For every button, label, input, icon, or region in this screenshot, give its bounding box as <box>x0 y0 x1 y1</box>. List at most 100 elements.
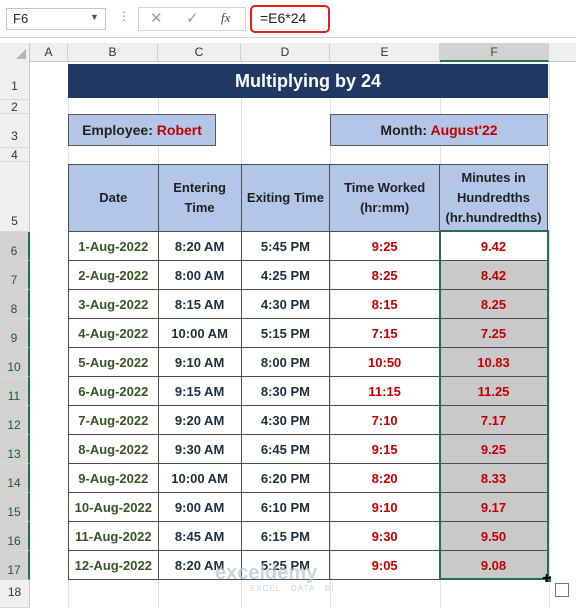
date-cell[interactable]: 2-Aug-2022 <box>68 260 159 290</box>
row-header-18[interactable]: 18 <box>0 580 30 608</box>
minutes-hundredths-cell[interactable]: 9.17 <box>439 492 548 522</box>
column-header-e[interactable]: E <box>330 43 440 62</box>
entering-time-cell[interactable]: 9:15 AM <box>157 376 242 406</box>
entering-time-cell[interactable]: 8:00 AM <box>157 260 242 290</box>
row-header-9[interactable]: 9 <box>0 319 30 348</box>
row-header-15[interactable]: 15 <box>0 493 30 522</box>
time-worked-cell[interactable]: 8:15 <box>329 289 441 319</box>
date-cell[interactable]: 11-Aug-2022 <box>68 521 159 551</box>
row-header-7[interactable]: 7 <box>0 261 30 290</box>
date-cell[interactable]: 3-Aug-2022 <box>68 289 159 319</box>
date-cell[interactable]: 9-Aug-2022 <box>68 463 159 493</box>
date-cell[interactable]: 10-Aug-2022 <box>68 492 159 522</box>
column-header-c[interactable]: C <box>158 43 241 62</box>
cancel-icon[interactable]: ✕ <box>150 9 163 27</box>
table-row: 3-Aug-2022 8:15 AM 4:30 PM 8:15 8.25 <box>68 289 548 319</box>
exiting-time-cell[interactable]: 8:00 PM <box>240 347 331 377</box>
minutes-hundredths-cell[interactable]: 9.25 <box>439 434 548 464</box>
employee-box[interactable]: Employee: Robert <box>68 114 216 146</box>
row-header-12[interactable]: 12 <box>0 406 30 435</box>
row-header-10[interactable]: 10 <box>0 348 30 377</box>
exiting-time-cell[interactable]: 6:45 PM <box>240 434 331 464</box>
column-header-d[interactable]: D <box>241 43 330 62</box>
minutes-hundredths-cell[interactable]: 8.42 <box>439 260 548 290</box>
insert-function-icon[interactable]: fx <box>221 10 230 26</box>
minutes-hundredths-cell[interactable]: 11.25 <box>439 376 548 406</box>
entering-time-cell[interactable]: 9:30 AM <box>157 434 242 464</box>
row-header-4[interactable]: 4 <box>0 148 30 162</box>
time-worked-cell[interactable]: 9:30 <box>329 521 441 551</box>
entering-time-cell[interactable]: 10:00 AM <box>157 318 242 348</box>
entering-time-cell[interactable]: 8:20 AM <box>157 231 242 261</box>
column-header-b[interactable]: B <box>68 43 158 62</box>
entering-time-cell[interactable]: 9:20 AM <box>157 405 242 435</box>
header-time-worked[interactable]: Time Worked (hr:mm) <box>329 164 441 232</box>
exiting-time-cell[interactable]: 4:25 PM <box>240 260 331 290</box>
chevron-down-icon[interactable]: ▼ <box>90 12 99 22</box>
date-cell[interactable]: 12-Aug-2022 <box>68 550 159 580</box>
table-row: 11-Aug-2022 8:45 AM 6:15 PM 9:30 9.50 <box>68 521 548 551</box>
date-cell[interactable]: 5-Aug-2022 <box>68 347 159 377</box>
minutes-hundredths-cell[interactable]: 9.50 <box>439 521 548 551</box>
time-worked-cell[interactable]: 8:25 <box>329 260 441 290</box>
date-cell[interactable]: 4-Aug-2022 <box>68 318 159 348</box>
header-date[interactable]: Date <box>68 164 159 232</box>
header-minutes-hundredths[interactable]: Minutes in Hundredths (hr.hundredths) <box>439 164 548 232</box>
row-header-16[interactable]: 16 <box>0 522 30 551</box>
row-header-8[interactable]: 8 <box>0 290 30 319</box>
month-box[interactable]: Month: August'22 <box>330 114 548 146</box>
exiting-time-cell[interactable]: 4:30 PM <box>240 289 331 319</box>
exiting-time-cell[interactable]: 6:15 PM <box>240 521 331 551</box>
exiting-time-cell[interactable]: 5:45 PM <box>240 231 331 261</box>
entering-time-cell[interactable]: 9:00 AM <box>157 492 242 522</box>
row-header-11[interactable]: 11 <box>0 377 30 406</box>
minutes-hundredths-cell[interactable]: 10.83 <box>439 347 548 377</box>
quick-analysis-icon[interactable] <box>555 583 569 597</box>
time-worked-cell[interactable]: 7:15 <box>329 318 441 348</box>
row-header-13[interactable]: 13 <box>0 435 30 464</box>
row-header-3[interactable]: 3 <box>0 114 30 148</box>
date-cell[interactable]: 1-Aug-2022 <box>68 231 159 261</box>
minutes-hundredths-cell[interactable]: 9.42 <box>439 231 548 261</box>
row-header-2[interactable]: 2 <box>0 100 30 114</box>
minutes-hundredths-cell[interactable]: 8.25 <box>439 289 548 319</box>
table-row: 10-Aug-2022 9:00 AM 6:10 PM 9:10 9.17 <box>68 492 548 522</box>
formula-input[interactable]: =E6*24 <box>250 5 330 33</box>
time-worked-cell[interactable]: 7:10 <box>329 405 441 435</box>
row-header-14[interactable]: 14 <box>0 464 30 493</box>
column-header-f[interactable]: F <box>440 43 549 62</box>
exiting-time-cell[interactable]: 8:30 PM <box>240 376 331 406</box>
row-header-6[interactable]: 6 <box>0 232 30 261</box>
enter-icon[interactable]: ✓ <box>186 9 199 27</box>
time-worked-cell[interactable]: 9:15 <box>329 434 441 464</box>
minutes-hundredths-cell[interactable]: 7.17 <box>439 405 548 435</box>
exiting-time-cell[interactable]: 6:20 PM <box>240 463 331 493</box>
time-worked-cell[interactable]: 10:50 <box>329 347 441 377</box>
date-cell[interactable]: 7-Aug-2022 <box>68 405 159 435</box>
row-header-1[interactable]: 1 <box>0 62 30 100</box>
header-entering-time[interactable]: Entering Time <box>157 164 242 232</box>
header-exiting-time[interactable]: Exiting Time <box>240 164 331 232</box>
minutes-hundredths-cell[interactable]: 9.08 <box>439 550 548 580</box>
time-worked-cell[interactable]: 8:20 <box>329 463 441 493</box>
exiting-time-cell[interactable]: 6:10 PM <box>240 492 331 522</box>
exiting-time-cell[interactable]: 5:15 PM <box>240 318 331 348</box>
column-header-a[interactable]: A <box>30 43 68 62</box>
time-worked-cell[interactable]: 11:15 <box>329 376 441 406</box>
time-worked-cell[interactable]: 9:10 <box>329 492 441 522</box>
exiting-time-cell[interactable]: 4:30 PM <box>240 405 331 435</box>
entering-time-cell[interactable]: 8:15 AM <box>157 289 242 319</box>
row-header-5[interactable]: 5 <box>0 162 30 232</box>
drag-handle-icon[interactable]: ⋮ <box>118 9 130 23</box>
minutes-hundredths-cell[interactable]: 8.33 <box>439 463 548 493</box>
minutes-hundredths-cell[interactable]: 7.25 <box>439 318 548 348</box>
entering-time-cell[interactable]: 8:45 AM <box>157 521 242 551</box>
time-worked-cell[interactable]: 9:05 <box>329 550 441 580</box>
entering-time-cell[interactable]: 10:00 AM <box>157 463 242 493</box>
date-cell[interactable]: 8-Aug-2022 <box>68 434 159 464</box>
date-cell[interactable]: 6-Aug-2022 <box>68 376 159 406</box>
entering-time-cell[interactable]: 9:10 AM <box>157 347 242 377</box>
row-header-17[interactable]: 17 <box>0 551 30 580</box>
time-worked-cell[interactable]: 9:25 <box>329 231 441 261</box>
sheet-title[interactable]: Multiplying by 24 <box>68 64 548 98</box>
